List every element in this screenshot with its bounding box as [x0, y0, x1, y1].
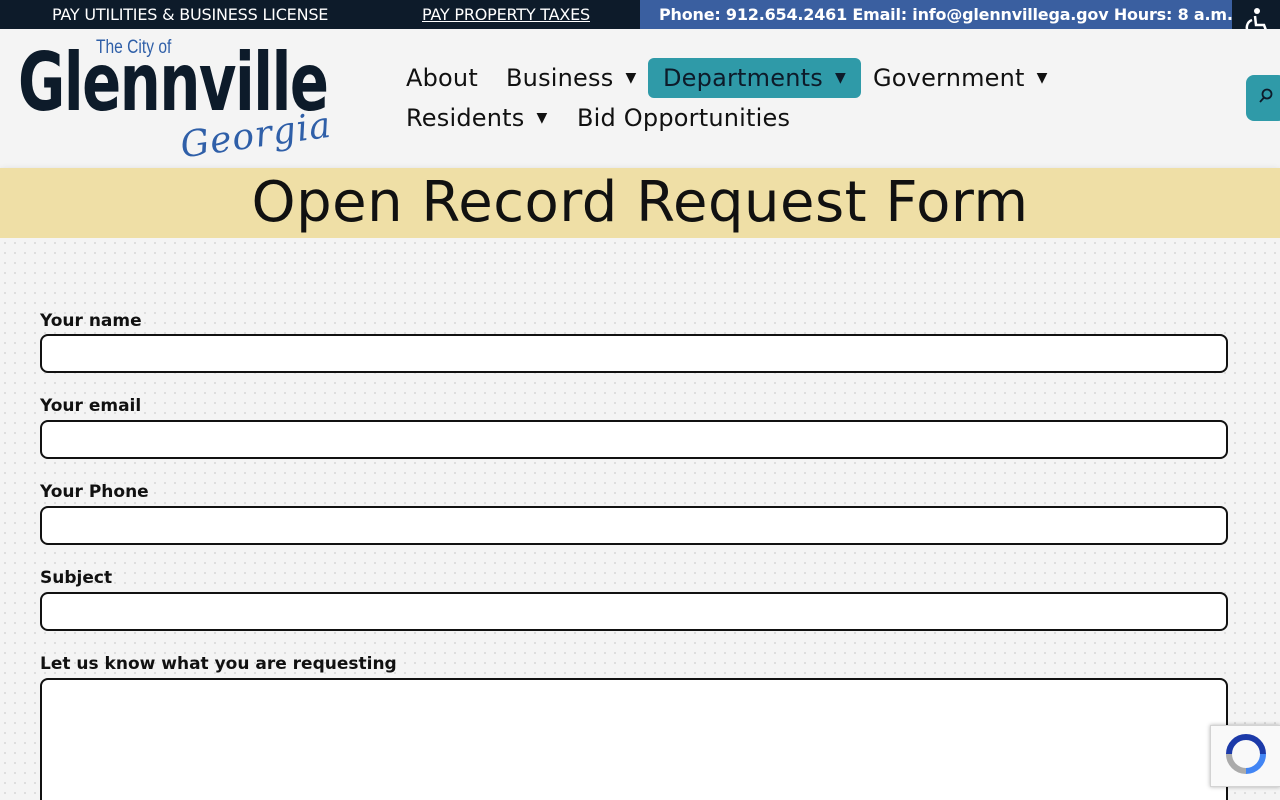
contact-info: Phone: 912.654.2461 Email: info@glennvil…	[640, 0, 1280, 29]
pay-property-taxes-link[interactable]: PAY PROPERTY TAXES	[422, 5, 590, 24]
page-title: Open Record Request Form	[251, 169, 1029, 235]
name-label: Your name	[40, 311, 142, 331]
subject-field[interactable]	[40, 592, 1228, 631]
request-label: Let us know what you are requesting	[40, 654, 397, 674]
caret-down-icon: ▼	[1036, 70, 1048, 86]
site-header: The City of Glennville Georgia About Bus…	[0, 29, 1280, 168]
caret-down-icon: ▼	[834, 70, 846, 86]
search-button[interactable]	[1246, 75, 1280, 121]
subject-label: Subject	[40, 568, 113, 588]
city-logo[interactable]: The City of Glennville Georgia	[18, 35, 334, 166]
nav-departments[interactable]: Departments ▼	[648, 58, 861, 98]
nav-government[interactable]: Government ▼	[873, 58, 1048, 98]
phone-label: Your Phone	[40, 482, 149, 502]
nav-residents[interactable]: Residents ▼	[406, 98, 547, 138]
nav-about[interactable]: About	[406, 58, 478, 98]
search-icon	[1258, 88, 1274, 109]
nav-departments-label: Departments	[663, 64, 823, 92]
nav-bid-opportunities[interactable]: Bid Opportunities	[577, 98, 790, 138]
page-title-banner: Open Record Request Form	[0, 168, 1280, 238]
caret-down-icon: ▼	[536, 110, 548, 126]
email-label: Your email	[40, 396, 142, 416]
nav-residents-label: Residents	[406, 104, 525, 132]
phone-field[interactable]	[40, 506, 1228, 545]
nav-bid-label: Bid Opportunities	[577, 104, 791, 132]
request-textarea[interactable]	[40, 678, 1228, 800]
pay-utilities-link[interactable]: PAY UTILITIES & BUSINESS LICENSE	[52, 5, 328, 24]
recaptcha-icon	[1223, 731, 1269, 782]
recaptcha-badge[interactable]	[1210, 725, 1280, 787]
caret-down-icon: ▼	[625, 70, 637, 86]
nav-about-label: About	[406, 64, 478, 92]
nav-business-label: Business	[506, 64, 614, 92]
top-utility-bar: PAY UTILITIES & BUSINESS LICENSE PAY PRO…	[0, 0, 1280, 29]
email-field[interactable]	[40, 420, 1228, 459]
name-field[interactable]	[40, 334, 1228, 373]
nav-business[interactable]: Business ▼	[506, 58, 636, 98]
nav-government-label: Government	[873, 64, 1025, 92]
